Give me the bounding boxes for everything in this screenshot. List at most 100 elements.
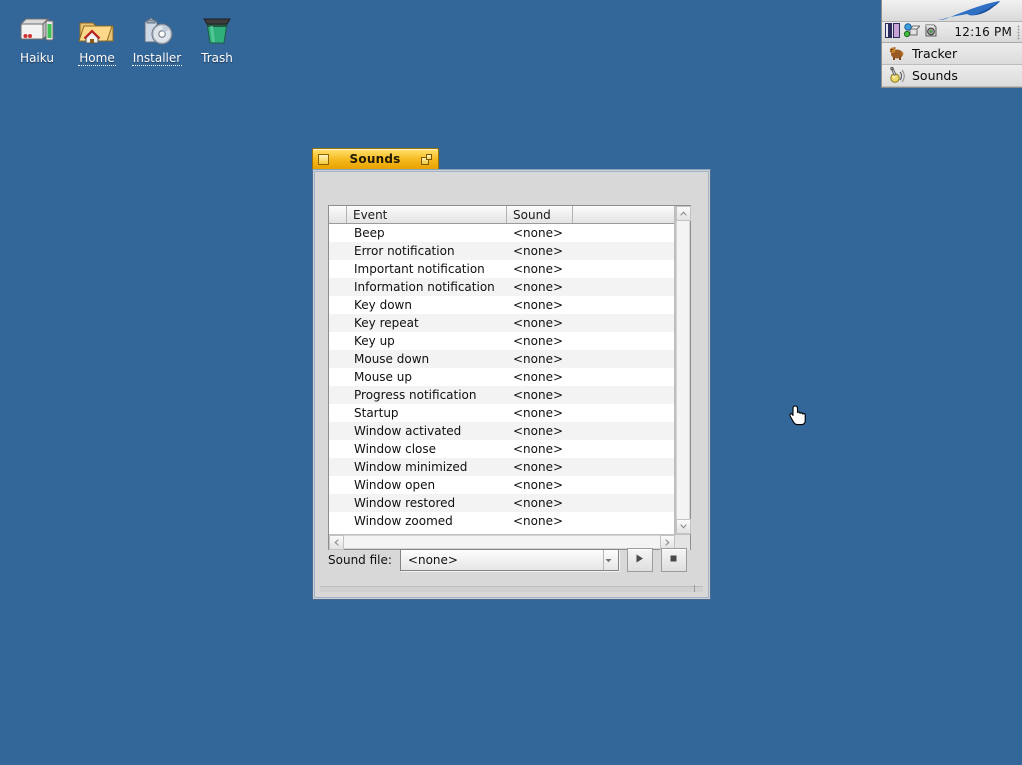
tracker-dog-icon <box>888 44 905 64</box>
table-row[interactable]: Progress notification <none> <box>329 386 674 404</box>
chevron-down-icon <box>602 550 614 570</box>
sound-file-controls: Sound file: <none> <box>328 548 707 572</box>
trash-can-icon <box>180 14 254 50</box>
table-row[interactable]: Information notification <none> <box>329 278 674 296</box>
table-row[interactable]: Important notification <none> <box>329 260 674 278</box>
row-sound-value: <none> <box>513 406 564 420</box>
close-box-icon[interactable] <box>318 153 329 165</box>
network-status-icon[interactable] <box>903 23 922 41</box>
horizontal-scroll-track[interactable] <box>344 535 660 549</box>
column-header-spare[interactable] <box>573 206 674 223</box>
column-header-event[interactable]: Event <box>347 206 507 223</box>
table-row[interactable]: Mouse down <none> <box>329 350 674 368</box>
row-sound-value: <none> <box>513 280 564 294</box>
row-sound-value: <none> <box>513 352 564 366</box>
table-row[interactable]: Error notification <none> <box>329 242 674 260</box>
deskbar: 12:16 PM Tracker Sounds <box>881 0 1022 88</box>
row-event-label: Beep <box>354 226 385 240</box>
window-titlebar[interactable]: Sounds <box>312 148 439 169</box>
table-row[interactable]: Key up <none> <box>329 332 674 350</box>
row-event-label: Window restored <box>354 496 456 510</box>
row-event-label: Mouse down <box>354 352 430 366</box>
row-sound-value: <none> <box>513 388 564 402</box>
row-event-label: Window minimized <box>354 460 468 474</box>
zoom-box-icon[interactable] <box>421 153 433 165</box>
table-row[interactable]: Window zoomed <none> <box>329 512 674 530</box>
row-sound-value: <none> <box>513 262 564 276</box>
play-button[interactable] <box>626 548 653 572</box>
workspaces-icon[interactable] <box>885 23 901 41</box>
row-sound-value: <none> <box>513 442 564 456</box>
play-icon <box>634 553 645 567</box>
vertical-scroll-track[interactable] <box>676 221 690 519</box>
desktop-icon-area: Haiku Home Installer Trash <box>0 0 260 80</box>
row-sound-value: <none> <box>513 478 564 492</box>
window-title: Sounds <box>349 152 401 166</box>
table-row[interactable]: Window close <none> <box>329 440 674 458</box>
stop-button[interactable] <box>660 548 687 572</box>
column-header-sound[interactable]: Sound <box>507 206 573 223</box>
table-row[interactable]: Window restored <none> <box>329 494 674 512</box>
deskbar-tray: 12:16 PM <box>882 22 1022 43</box>
deskbar-item-label: Sounds <box>912 68 958 83</box>
table-row[interactable]: Startup <none> <box>329 404 674 422</box>
sound-file-label: Sound file: <box>328 553 392 567</box>
desktop-icon-trash[interactable]: Trash <box>180 8 254 65</box>
row-event-label: Key repeat <box>354 316 419 330</box>
deskbar-drag-handle[interactable] <box>1017 24 1020 40</box>
desktop-icon-label: Home <box>78 51 116 66</box>
events-list[interactable]: Event Sound Beep <none> Error notification… <box>328 205 691 550</box>
row-sound-value: <none> <box>513 460 564 474</box>
list-rows: Beep <none> Error notification <none> Import… <box>329 224 674 534</box>
column-header-mark[interactable] <box>329 206 347 223</box>
desktop-icon-label: Trash <box>201 51 233 65</box>
table-row[interactable]: Window open <none> <box>329 476 674 494</box>
table-row[interactable]: Window minimized <none> <box>329 458 674 476</box>
row-event-label: Key up <box>354 334 395 348</box>
scroll-down-button[interactable] <box>676 519 691 534</box>
hand-pointer-cursor <box>789 405 809 427</box>
row-sound-value: <none> <box>513 334 564 348</box>
window-content: Event Sound Beep <none> Error notification… <box>320 177 703 592</box>
window-titlebar-row: Sounds <box>312 148 711 169</box>
row-event-label: Window zoomed <box>354 514 453 528</box>
row-event-label: Key down <box>354 298 412 312</box>
desktop-icon-label: Haiku <box>20 51 54 65</box>
row-event-label: Mouse up <box>354 370 412 384</box>
row-event-label: Important notification <box>354 262 485 276</box>
sound-file-dropdown[interactable]: <none> <box>399 549 619 571</box>
row-sound-value: <none> <box>513 424 564 438</box>
row-sound-value: <none> <box>513 370 564 384</box>
list-body-row: Event Sound Beep <none> Error notification… <box>329 206 691 534</box>
list-main: Event Sound Beep <none> Error notification… <box>329 206 675 534</box>
table-row[interactable]: Key repeat <none> <box>329 314 674 332</box>
deskbar-item-tracker[interactable]: Tracker <box>882 43 1022 65</box>
sound-file-value: <none> <box>407 553 458 567</box>
row-event-label: Window close <box>354 442 437 456</box>
table-row[interactable]: Beep <none> <box>329 224 674 242</box>
row-sound-value: <none> <box>513 316 564 330</box>
sounds-bell-icon <box>888 66 905 86</box>
deskbar-item-sounds[interactable]: Sounds <box>882 65 1022 87</box>
haiku-feather-logo[interactable] <box>882 0 1022 22</box>
scroll-up-button[interactable] <box>676 206 691 221</box>
deskbar-clock[interactable]: 12:16 PM <box>954 25 1017 39</box>
horizontal-scrollbar[interactable] <box>329 534 690 550</box>
desktop-icon-label: Installer <box>131 51 183 66</box>
table-row[interactable]: Mouse up <none> <box>329 368 674 386</box>
deskbar-item-label: Tracker <box>912 46 958 61</box>
vertical-scrollbar[interactable] <box>675 206 691 534</box>
row-sound-value: <none> <box>513 298 564 312</box>
row-event-label: Progress notification <box>354 388 477 402</box>
table-row[interactable]: Window activated <none> <box>329 422 674 440</box>
table-row[interactable]: Key down <none> <box>329 296 674 314</box>
row-sound-value: <none> <box>513 514 564 528</box>
row-sound-value: <none> <box>513 226 564 240</box>
stop-icon <box>668 553 679 567</box>
row-event-label: Window open <box>354 478 436 492</box>
row-event-label: Startup <box>354 406 399 420</box>
volume-speaker-icon[interactable] <box>923 23 939 41</box>
row-event-label: Window activated <box>354 424 462 438</box>
resize-grip[interactable] <box>694 585 695 592</box>
window-bottom-edge <box>320 586 703 592</box>
